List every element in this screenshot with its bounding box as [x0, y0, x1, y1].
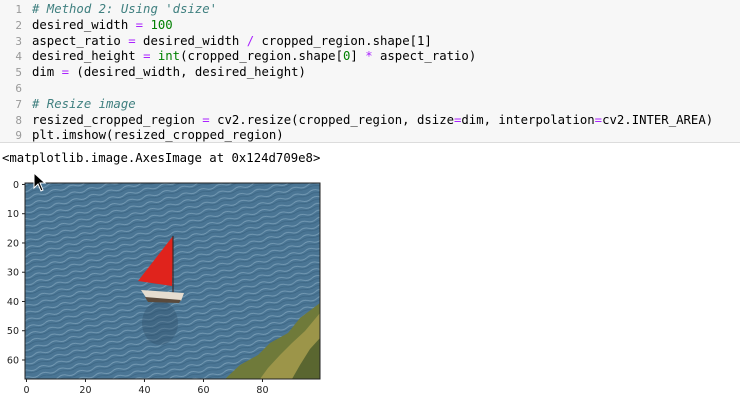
code-line: # Resize image	[32, 97, 713, 113]
code-line: resized_cropped_region = cv2.resize(crop…	[32, 113, 713, 129]
line-number: 2	[15, 18, 22, 32]
y-tick-label: 10	[7, 209, 19, 220]
output-area: <matplotlib.image.AxesImage at 0x124d709…	[0, 143, 740, 402]
y-tick-label: 0	[13, 180, 19, 191]
code-line: aspect_ratio = desired_width / cropped_r…	[32, 34, 713, 50]
code-token: resized_cropped_region	[32, 112, 203, 127]
code-token: 100	[150, 17, 173, 32]
image-content	[25, 183, 320, 379]
code-token: # Resize image	[32, 96, 136, 111]
y-tick-label: 60	[7, 355, 19, 366]
x-tick-label: 60	[197, 385, 209, 396]
code-editor[interactable]: # Method 2: Using 'dsize' desired_width =…	[32, 2, 713, 144]
code-token: dim	[32, 65, 62, 80]
code-token: (desired_width, desired_height)	[69, 65, 306, 80]
code-cell[interactable]: 1 2 3 4 5 6 7 8 9 # Method 2: Using 'dsi…	[0, 0, 740, 143]
code-token: # Method 2: Using 'dsize'	[32, 2, 218, 16]
code-token: plt.imshow(resized_cropped_region)	[32, 128, 284, 143]
x-tick-label: 20	[79, 385, 91, 396]
line-number: 9	[15, 129, 22, 143]
code-line: plt.imshow(resized_cropped_region)	[32, 128, 713, 144]
y-tick-label: 40	[7, 297, 19, 308]
code-token: cv2.resize(cropped_region, dsize	[209, 112, 454, 127]
y-tick-label: 50	[7, 326, 19, 337]
code-line: # Method 2: Using 'dsize'	[32, 2, 713, 18]
code-token: (cropped_region.shape[	[180, 49, 343, 64]
code-token: cv2.INTER_AREA)	[602, 112, 714, 127]
line-number: 4	[15, 50, 22, 64]
code-token: desired_width	[135, 33, 247, 48]
code-token: =	[594, 112, 603, 127]
code-token: int	[157, 49, 181, 64]
y-tick-label: 20	[7, 238, 19, 249]
code-token: =	[128, 33, 136, 48]
x-tick-label: 0	[23, 385, 29, 396]
x-axis: 0 20 40 60 80	[23, 379, 269, 396]
line-number: 5	[15, 66, 22, 80]
line-number: 7	[15, 97, 22, 111]
code-token: desired_height	[32, 49, 144, 64]
x-tick-label: 80	[256, 385, 268, 396]
line-number-gutter: 1 2 3 4 5 6 7 8 9	[0, 2, 22, 144]
code-token: *	[365, 49, 373, 64]
code-token: =	[135, 17, 144, 32]
line-number: 3	[15, 34, 22, 48]
line-number: 8	[15, 113, 22, 127]
code-token: desired_width	[32, 17, 136, 32]
code-token: ]	[350, 49, 366, 64]
mouse-cursor-icon	[33, 172, 47, 192]
code-token: cropped_region.shape[1]	[254, 33, 432, 48]
imshow-plot: 0 10 20 30 40 50 60 0 20 40 60 80	[7, 180, 321, 396]
line-number: 1	[15, 3, 22, 16]
code-line: desired_width = 100	[32, 18, 713, 34]
code-token: =	[61, 65, 70, 80]
x-tick-label: 40	[138, 385, 150, 396]
code-token: aspect_ratio)	[372, 49, 477, 64]
line-number: 6	[15, 81, 22, 95]
code-token: =	[202, 112, 210, 127]
code-line: dim = (desired_width, desired_height)	[32, 65, 713, 81]
y-axis: 0 10 20 30 40 50 60	[7, 180, 25, 366]
y-tick-label: 30	[7, 268, 19, 279]
code-token: /	[246, 33, 255, 48]
code-line: desired_height = int(cropped_region.shap…	[32, 49, 713, 65]
code-token: dim, interpolation	[461, 112, 595, 127]
boat-reflection	[142, 301, 178, 345]
code-token: aspect_ratio	[32, 33, 129, 48]
